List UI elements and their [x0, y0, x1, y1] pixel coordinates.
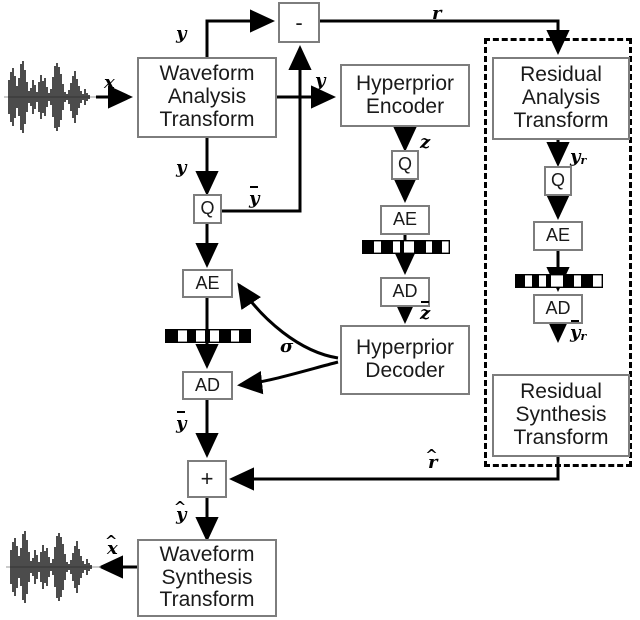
hyperprior-encoder-block: Hyperprior Encoder — [340, 64, 470, 127]
quantizer-residual-block: Q — [544, 166, 572, 196]
rat-line-3: Transform — [513, 108, 609, 132]
hyperprior-encoder-line-2: Encoder — [365, 94, 445, 118]
q-hyper-label: Q — [397, 154, 412, 175]
waveform-synthesis-transform-block: Waveform Synthesis Transform — [137, 539, 277, 617]
y-r-subscript-text: r — [580, 153, 587, 167]
add-operator-block: + — [187, 460, 227, 498]
ae-residual-label: AE — [545, 225, 570, 246]
signal-label-x-input: x — [104, 72, 115, 93]
y-top-text: y — [176, 23, 187, 44]
ad-residual-label: AD — [545, 298, 571, 319]
output-waveform-icon — [6, 531, 101, 603]
z-text: z — [420, 132, 431, 153]
ae-main-label: AE — [195, 272, 220, 293]
add-label: + — [200, 466, 214, 492]
subtract-label: - — [295, 9, 303, 35]
arithmetic-decoder-main-block: AD — [182, 371, 233, 400]
hyperprior-encoder-line-1: Hyperprior — [355, 71, 455, 95]
sigma-text: σ — [280, 336, 294, 357]
signal-label-r: r — [432, 3, 441, 24]
signal-label-sigma: σ — [280, 336, 293, 357]
y-bar-feedback-text: y — [249, 188, 260, 209]
signal-label-x-hat-output: ^ x — [104, 531, 118, 559]
signal-label-y-hat: ^ y — [173, 497, 187, 525]
signal-label-y-bar-decoded: y — [176, 410, 187, 434]
waveform-analysis-transform-block: Waveform Analysis Transform — [137, 57, 277, 138]
hyperprior-decoder-line-2: Decoder — [365, 359, 445, 382]
signal-label-y-down: y — [176, 157, 186, 178]
y-r-bar-text: y — [570, 322, 581, 343]
wst-line-1: Waveform — [159, 542, 255, 566]
hyperprior-decoder-line-1: Hyperprior — [355, 336, 455, 360]
z-bar-text: z — [420, 303, 431, 324]
signal-label-y-top: y — [176, 23, 186, 44]
quantizer-hyper-block: Q — [391, 150, 419, 180]
rst-line-3: Transform — [513, 425, 609, 449]
residual-analysis-transform-block: Residual Analysis Transform — [492, 57, 630, 140]
signal-label-z-bar: z — [420, 300, 431, 324]
subtract-operator-block: - — [278, 2, 320, 43]
wat-line-1: Waveform — [159, 62, 255, 86]
arithmetic-encoder-hyper-block: AE — [380, 205, 430, 235]
wst-line-3: Transform — [159, 588, 255, 612]
signal-label-y-r: yr — [570, 146, 586, 167]
y-r-bar-subscript-text: r — [580, 329, 587, 343]
arithmetic-encoder-main-block: AE — [182, 269, 233, 298]
rst-line-1: Residual — [520, 380, 602, 404]
ad-main-label: AD — [194, 374, 220, 395]
bitstream-hyper-icon — [362, 240, 450, 254]
y-r-text: y — [570, 146, 581, 167]
arithmetic-encoder-residual-block: AE — [533, 221, 583, 251]
q-main-label: Q — [200, 198, 215, 219]
wst-line-2: Synthesis — [161, 565, 253, 589]
quantizer-main-block: Q — [193, 194, 222, 224]
y-bar-decoded-text: y — [176, 413, 187, 434]
signal-label-y-r-bar: yr — [570, 319, 587, 343]
signal-label-y-bar-feedback: y — [249, 185, 260, 209]
ae-hyper-label: AE — [392, 209, 417, 230]
hyperprior-decoder-block: Hyperprior Decoder — [340, 325, 470, 395]
signal-label-y-to-hyper: y — [315, 70, 325, 91]
x-input-text: x — [104, 72, 115, 93]
codec-block-diagram: Waveform Analysis Transform - Hyperprior… — [0, 0, 640, 620]
rat-line-2: Analysis — [521, 86, 601, 110]
ad-hyper-label: AD — [392, 281, 418, 302]
signal-label-z: z — [420, 132, 430, 153]
wat-line-2: Analysis — [167, 85, 247, 109]
wat-line-3: Transform — [159, 107, 255, 131]
residual-synthesis-transform-block: Residual Synthesis Transform — [492, 374, 630, 457]
rat-line-1: Residual — [520, 63, 602, 87]
signal-label-r-hat: ^ r — [425, 445, 438, 473]
q-residual-label: Q — [550, 170, 565, 191]
y-to-hyper-text: y — [315, 70, 326, 91]
rst-line-2: Synthesis — [515, 403, 607, 427]
bitstream-residual-icon — [515, 274, 603, 288]
y-down-text: y — [176, 157, 187, 178]
bitstream-main-icon — [165, 329, 251, 343]
input-waveform-icon — [4, 61, 96, 133]
r-text: r — [432, 3, 442, 24]
